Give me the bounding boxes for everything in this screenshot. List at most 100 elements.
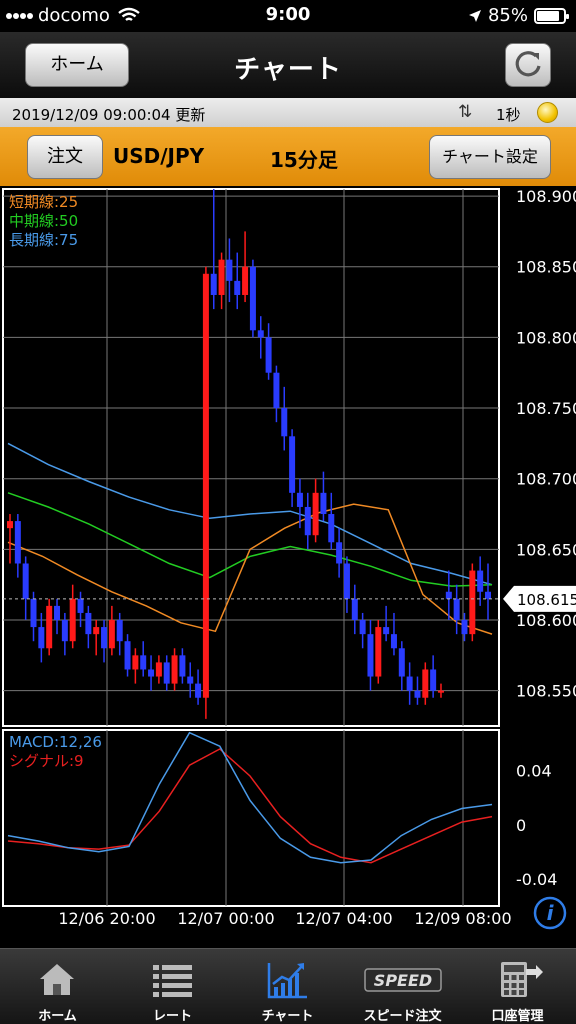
price-tick-label: 108.850: [516, 258, 576, 277]
candle-body: [22, 563, 29, 599]
sync-icon[interactable]: ⇅: [458, 102, 472, 122]
candle-body: [171, 655, 178, 684]
candle-body: [234, 280, 241, 295]
candle-body: [383, 627, 390, 635]
candle-body: [108, 620, 115, 649]
candle-body: [202, 273, 209, 698]
candle-body: [257, 330, 264, 338]
candle-body: [453, 598, 460, 621]
candle-body: [155, 662, 162, 677]
candle-body: [273, 372, 280, 409]
refresh-icon: [515, 51, 541, 77]
candle-body: [93, 627, 100, 635]
price-chart[interactable]: 108.900 108.850 108.800 108.750 108.700 108.6…: [0, 186, 576, 948]
time-tick-label: 12/09 08:00: [414, 909, 511, 928]
tab-home[interactable]: ホーム: [0, 949, 115, 1024]
chart-icon: [267, 963, 307, 999]
chart-area[interactable]: 108.900 108.850 108.800 108.750 108.700 108.6…: [0, 186, 576, 948]
tab-speed-order-label: スピード注文: [363, 1009, 442, 1024]
svg-text:SPEED: SPEED: [374, 971, 432, 990]
speed-icon: SPEED: [364, 968, 442, 992]
candle-body: [296, 492, 303, 507]
candle-body: [77, 598, 84, 613]
tab-rate[interactable]: レート: [115, 949, 230, 1024]
update-interval[interactable]: 1秒: [496, 104, 521, 125]
candle-body: [320, 492, 327, 515]
candle-body: [312, 492, 319, 536]
tab-chart[interactable]: チャート: [230, 949, 345, 1024]
candle-body: [101, 627, 108, 649]
time-tick-label: 12/07 04:00: [295, 909, 392, 928]
order-button[interactable]: 注文: [27, 135, 103, 179]
candle-body: [218, 259, 225, 295]
candle-body: [14, 521, 21, 564]
candle-body: [469, 570, 476, 635]
list-icon: [153, 965, 192, 997]
price-tick-label: 108.900: [516, 187, 576, 206]
timeframe[interactable]: 15分足: [270, 144, 338, 173]
macd-legend-item: MACD:12,26: [9, 733, 102, 751]
candle-body: [61, 620, 68, 642]
update-timestamp: 2019/12/09 09:00:04 更新: [12, 106, 206, 124]
ma-legend-item: 短期線:25: [9, 193, 78, 211]
macd-tick-label: 0: [516, 816, 526, 835]
tab-bar: ホーム レート チャート SPEED スピード注文 口座管理: [0, 948, 576, 1024]
price-tick-label: 108.800: [516, 328, 576, 347]
price-tick-label: 108.700: [516, 470, 576, 489]
candle-body: [249, 266, 256, 331]
candle-body: [124, 641, 131, 670]
info-button[interactable]: i: [533, 896, 567, 930]
ma-legend-item: 中期線:50: [9, 212, 78, 230]
order-bar: 注文 USD/JPY 15分足 チャート設定: [0, 127, 576, 186]
title-bar: ホーム チャート: [0, 32, 576, 98]
candle-body: [242, 266, 249, 295]
tab-speed-order[interactable]: SPEED スピード注文: [345, 949, 460, 1024]
candle-body: [445, 591, 452, 599]
tab-rate-label: レート: [152, 1009, 192, 1024]
candle-body: [7, 521, 13, 529]
candle-body: [430, 669, 437, 691]
location-icon: [469, 10, 481, 22]
candle-body: [226, 259, 233, 281]
calculator-icon: [501, 962, 543, 997]
current-price-label: 108.615: [517, 591, 576, 609]
price-tick-label: 108.600: [516, 611, 576, 630]
time-tick-label: 12/07 00:00: [177, 909, 274, 928]
battery-percent: 85%: [487, 5, 528, 26]
ma-legend-item: 長期線:75: [9, 231, 78, 249]
home-icon: [40, 964, 74, 995]
update-bar: 2019/12/09 09:00:04 更新 ⇅ 1秒: [0, 98, 576, 127]
candle-body: [422, 669, 429, 698]
candle-body: [85, 612, 92, 635]
candle-body: [437, 690, 444, 693]
candle-body: [390, 634, 397, 649]
candle-body: [359, 620, 366, 635]
macd-tick-label: 0.04: [516, 762, 552, 781]
candle-body: [351, 598, 358, 621]
candle-body: [375, 627, 382, 677]
candle-body: [461, 620, 468, 635]
candle-body: [343, 563, 350, 599]
candle-body: [179, 655, 186, 677]
page-title: チャート: [234, 55, 342, 85]
candle-body: [148, 669, 155, 677]
candle-body: [281, 408, 288, 437]
ma-long-line: [7, 442, 493, 586]
candle-body: [195, 683, 202, 698]
candle-body: [54, 605, 61, 621]
candle-body: [140, 655, 147, 670]
candle-body: [38, 627, 45, 649]
connection-status-icon: [537, 102, 558, 123]
currency-pair[interactable]: USD/JPY: [113, 144, 204, 168]
tab-account[interactable]: 口座管理: [460, 949, 575, 1024]
candle-body: [187, 676, 194, 684]
ma-mid-line: [7, 492, 493, 587]
candle-body: [485, 591, 491, 599]
candle-body: [328, 514, 335, 543]
candle-body: [210, 273, 217, 295]
candle-body: [163, 662, 170, 684]
refresh-button[interactable]: [505, 43, 551, 87]
price-tick-label: 108.750: [516, 399, 576, 418]
macd-legend-item: シグナル:9: [9, 752, 84, 770]
chart-settings-button[interactable]: チャート設定: [429, 135, 551, 179]
